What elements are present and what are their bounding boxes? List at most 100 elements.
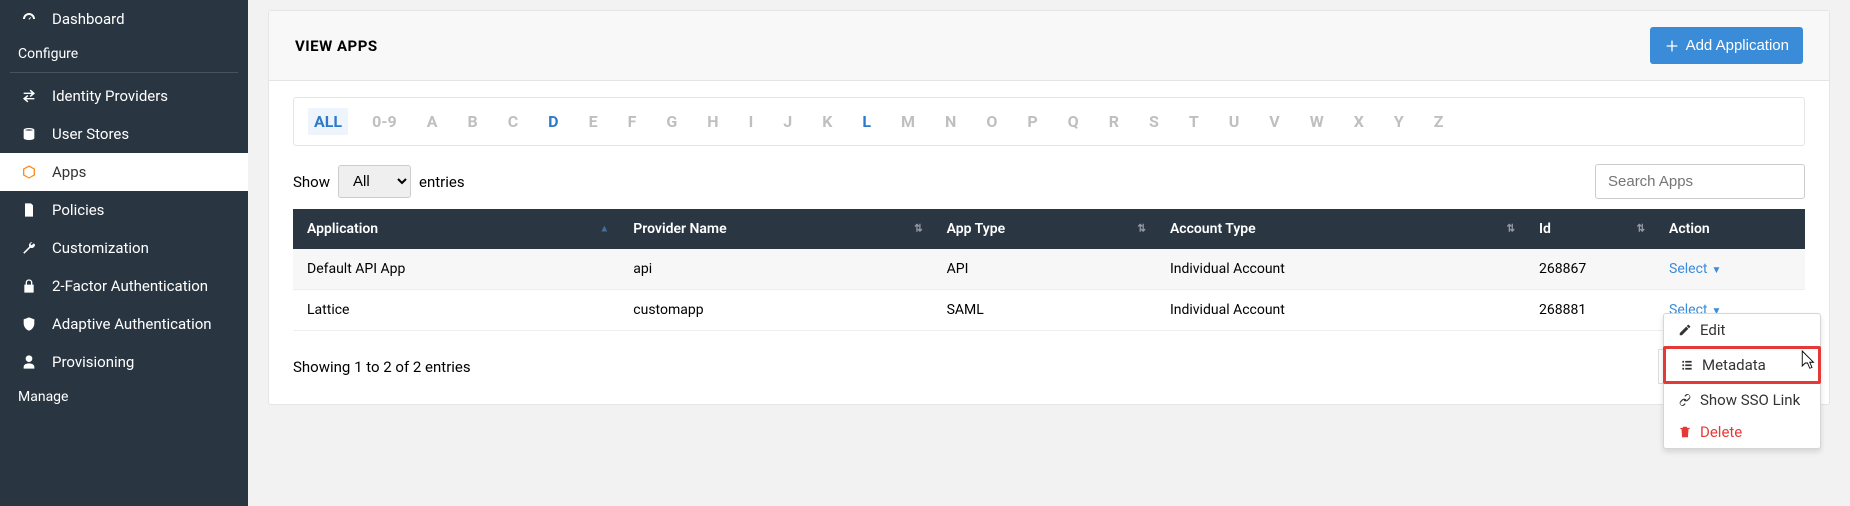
dropdown-item-label: Edit xyxy=(1700,321,1725,339)
col-id[interactable]: Id⇅ xyxy=(1525,209,1655,249)
sidebar-item-label: User Stores xyxy=(52,125,129,143)
main-content: VIEW APPS Add Application ALL 0-9 ABCDEFG… xyxy=(248,0,1850,506)
cell-provider: customapp xyxy=(619,290,932,331)
table-row: Lattice customapp SAML Individual Accoun… xyxy=(293,290,1805,331)
sidebar-item-label: Policies xyxy=(52,201,104,219)
sidebar-section-label: Manage xyxy=(18,389,68,405)
page-title: VIEW APPS xyxy=(295,37,378,55)
sidebar-item-label: Identity Providers xyxy=(52,87,168,105)
alpha-C[interactable]: C xyxy=(502,108,524,135)
sidebar-item-2fa[interactable]: 2-Factor Authentication xyxy=(0,267,248,305)
sidebar-item-label: Provisioning xyxy=(52,353,134,371)
trash-icon xyxy=(1676,425,1694,439)
sidebar-section-manage: Manage xyxy=(0,381,248,415)
sidebar-item-user-stores[interactable]: User Stores xyxy=(0,115,248,153)
alpha-T[interactable]: T xyxy=(1183,108,1205,135)
alpha-I[interactable]: I xyxy=(743,108,760,135)
alpha-W[interactable]: W xyxy=(1304,108,1330,135)
col-provider[interactable]: Provider Name⇅ xyxy=(619,209,932,249)
sidebar-item-dashboard[interactable]: Dashboard xyxy=(0,0,248,38)
dropdown-edit[interactable]: Edit xyxy=(1664,314,1820,346)
alpha-0-9[interactable]: 0-9 xyxy=(366,108,403,135)
sidebar-item-customization[interactable]: Customization xyxy=(0,229,248,267)
sidebar-item-identity-providers[interactable]: Identity Providers xyxy=(0,77,248,115)
sidebar-item-label: Dashboard xyxy=(52,10,125,28)
show-entries-select[interactable]: All xyxy=(338,165,411,198)
alpha-E[interactable]: E xyxy=(583,108,604,135)
dashboard-icon xyxy=(18,11,40,27)
alpha-H[interactable]: H xyxy=(701,108,724,135)
col-accounttype[interactable]: Account Type⇅ xyxy=(1156,209,1525,249)
alpha-F[interactable]: F xyxy=(622,108,643,135)
alpha-G[interactable]: G xyxy=(660,108,683,135)
panel-body: ALL 0-9ABCDEFGHIJKLMNOPQRSTUVWXYZ Show A… xyxy=(269,81,1829,404)
sidebar-section-configure: Configure xyxy=(0,38,248,72)
alpha-M[interactable]: M xyxy=(895,108,921,135)
sidebar: Dashboard Configure Identity Providers U… xyxy=(0,0,248,506)
sidebar-item-adaptive-auth[interactable]: Adaptive Authentication xyxy=(0,305,248,343)
table-row: Default API App api API Individual Accou… xyxy=(293,249,1805,290)
cell-id: 268881 xyxy=(1525,290,1655,331)
alpha-S[interactable]: S xyxy=(1143,108,1165,135)
lock-icon xyxy=(18,278,40,294)
col-apptype[interactable]: App Type⇅ xyxy=(933,209,1156,249)
cell-accounttype: Individual Account xyxy=(1156,290,1525,331)
alpha-U[interactable]: U xyxy=(1223,108,1246,135)
alpha-A[interactable]: A xyxy=(421,108,444,135)
sort-icon: ⇅ xyxy=(914,224,922,235)
col-action: Action xyxy=(1655,209,1805,249)
wrench-icon xyxy=(18,240,40,256)
dropdown-delete[interactable]: Delete xyxy=(1664,416,1820,448)
cell-provider: api xyxy=(619,249,932,290)
table-footer: Showing 1 to 2 of 2 entries First Previo… xyxy=(293,349,1805,384)
alpha-R[interactable]: R xyxy=(1103,108,1125,135)
entries-info: Showing 1 to 2 of 2 entries xyxy=(293,358,471,376)
sidebar-item-policies[interactable]: Policies xyxy=(0,191,248,229)
add-application-button[interactable]: Add Application xyxy=(1650,27,1803,64)
alpha-J[interactable]: J xyxy=(777,108,798,135)
dropdown-metadata[interactable]: Metadata xyxy=(1663,346,1821,384)
alpha-N[interactable]: N xyxy=(939,108,962,135)
sidebar-item-provisioning[interactable]: Provisioning xyxy=(0,343,248,381)
document-icon xyxy=(18,202,40,218)
view-apps-panel: VIEW APPS Add Application ALL 0-9 ABCDEFG… xyxy=(268,10,1830,405)
cell-id: 268867 xyxy=(1525,249,1655,290)
select-dropdown-trigger[interactable]: Select▼ xyxy=(1669,261,1721,277)
alpha-Z[interactable]: Z xyxy=(1428,108,1450,135)
sidebar-item-label: Adaptive Authentication xyxy=(52,315,212,333)
sort-icon: ⇅ xyxy=(1507,224,1515,235)
alpha-P[interactable]: P xyxy=(1021,108,1043,135)
cell-application: Default API App xyxy=(293,249,619,290)
alpha-B[interactable]: B xyxy=(461,108,483,135)
alpha-V[interactable]: V xyxy=(1263,108,1285,135)
panel-header: VIEW APPS Add Application xyxy=(269,11,1829,81)
sort-icon: ⇅ xyxy=(1637,224,1645,235)
action-dropdown: Edit Metadata Show SSO Link Delete xyxy=(1663,313,1821,449)
sidebar-item-apps[interactable]: Apps xyxy=(0,153,248,191)
col-application[interactable]: Application▲ xyxy=(293,209,619,249)
alpha-O[interactable]: O xyxy=(980,108,1003,135)
swap-icon xyxy=(18,88,40,104)
sort-asc-icon: ▲ xyxy=(599,224,609,235)
dropdown-show-sso[interactable]: Show SSO Link xyxy=(1664,384,1820,416)
alpha-X[interactable]: X xyxy=(1348,108,1370,135)
user-icon xyxy=(18,354,40,370)
alpha-filter: ALL 0-9 ABCDEFGHIJKLMNOPQRSTUVWXYZ xyxy=(293,97,1805,146)
alpha-L[interactable]: L xyxy=(856,108,877,135)
alpha-K[interactable]: K xyxy=(816,108,838,135)
cell-application: Lattice xyxy=(293,290,619,331)
edit-icon xyxy=(1676,323,1694,337)
alpha-Y[interactable]: Y xyxy=(1388,108,1410,135)
alpha-Q[interactable]: Q xyxy=(1062,108,1085,135)
sidebar-item-label: 2-Factor Authentication xyxy=(52,277,208,295)
table-body: Default API App api API Individual Accou… xyxy=(293,249,1805,331)
sidebar-item-label: Apps xyxy=(52,163,86,181)
shield-icon xyxy=(18,316,40,332)
search-input[interactable] xyxy=(1595,164,1805,199)
alpha-all[interactable]: ALL xyxy=(308,108,348,135)
apps-table: Application▲ Provider Name⇅ App Type⇅ Ac… xyxy=(293,209,1805,331)
alpha-D[interactable]: D xyxy=(542,108,564,135)
dropdown-item-label: Show SSO Link xyxy=(1700,391,1800,409)
button-label: Add Application xyxy=(1686,37,1789,54)
database-icon xyxy=(18,126,40,142)
